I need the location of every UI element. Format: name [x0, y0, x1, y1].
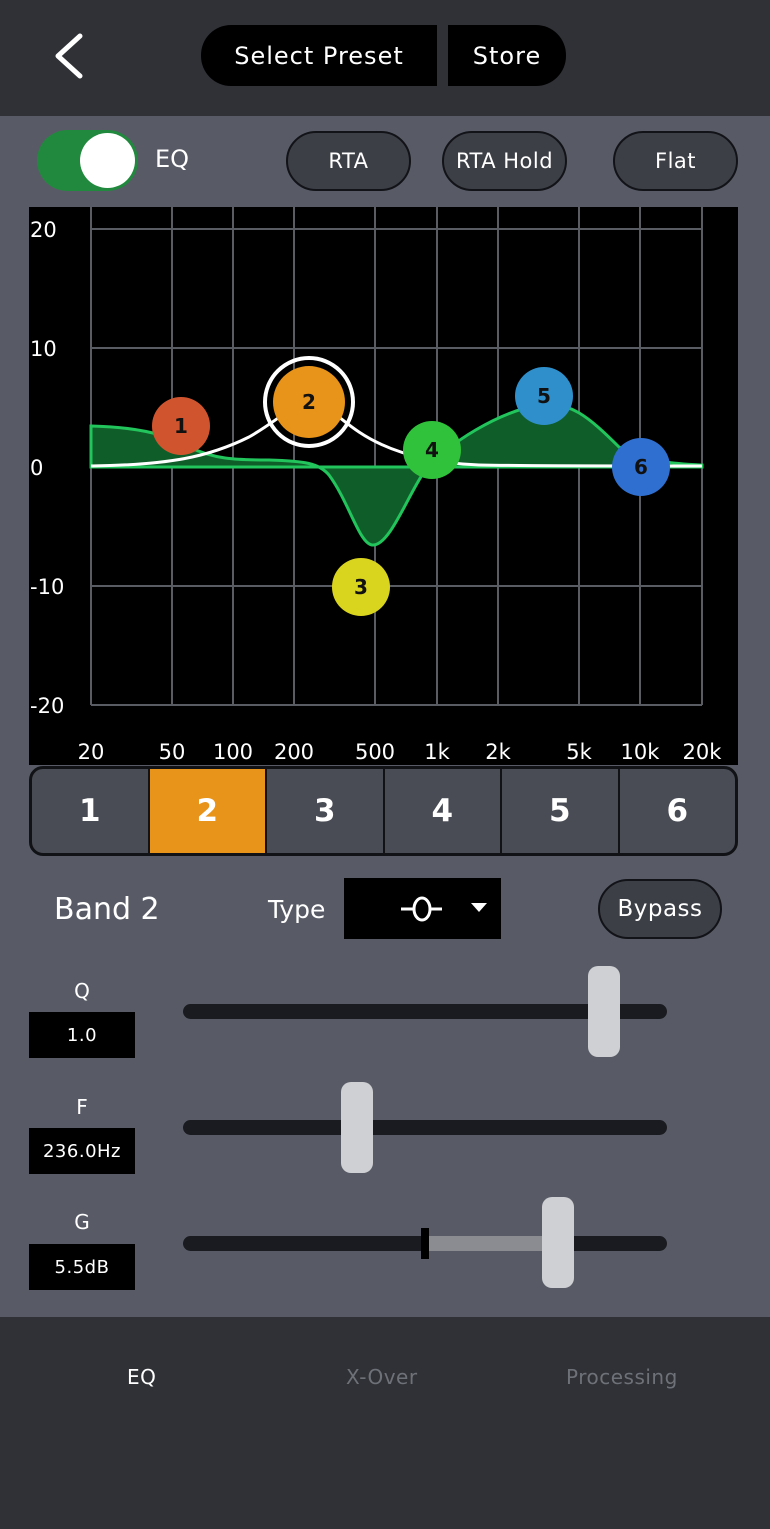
x-tick-label: 200	[274, 740, 314, 764]
band-button-1[interactable]: 1	[32, 769, 150, 853]
tab-eq[interactable]: EQ	[127, 1365, 156, 1389]
band-node-1[interactable]: 1	[152, 397, 210, 455]
rta-button[interactable]: RTA	[286, 131, 411, 191]
x-tick-label: 5k	[566, 740, 592, 764]
top-bar: Select Preset Store	[0, 0, 770, 116]
preset-group: Select Preset Store	[201, 25, 566, 86]
select-preset-button[interactable]: Select Preset	[201, 25, 437, 86]
x-tick-label: 2k	[485, 740, 511, 764]
rta-hold-button[interactable]: RTA Hold	[442, 131, 567, 191]
band-button-4[interactable]: 4	[385, 769, 502, 853]
x-tick-label: 100	[213, 740, 253, 764]
back-button[interactable]	[48, 30, 92, 82]
store-button[interactable]: Store	[448, 25, 566, 86]
y-tick-label: 0	[30, 456, 43, 480]
toggle-knob	[80, 133, 135, 188]
svg-text:3: 3	[354, 575, 368, 599]
svg-text:2: 2	[302, 390, 316, 414]
g-value-field[interactable]: 5.5dB	[29, 1244, 135, 1290]
band-node-6[interactable]: 6	[612, 438, 670, 496]
tab-x-over[interactable]: X-Over	[346, 1365, 418, 1389]
eq-toggle-label: EQ	[155, 145, 190, 173]
caret-down-icon	[471, 903, 487, 912]
band-selector: 1 2 3 4 5 6	[29, 766, 738, 856]
eq-toggle[interactable]	[37, 130, 138, 191]
flat-button[interactable]: Flat	[613, 131, 738, 191]
band-node-2[interactable]: 2	[263, 356, 355, 448]
f-value-field[interactable]: 236.0Hz	[29, 1128, 135, 1174]
band-title: Band 2	[54, 892, 160, 927]
band-button-6[interactable]: 6	[620, 769, 736, 853]
band-node-3[interactable]: 3	[332, 558, 390, 616]
f-label: F	[76, 1095, 88, 1119]
bypass-button[interactable]: Bypass	[598, 879, 722, 939]
svg-text:4: 4	[425, 438, 439, 462]
bottom-tab-bar	[0, 1317, 770, 1529]
svg-text:1: 1	[174, 414, 188, 438]
x-tick-label: 10k	[621, 740, 661, 764]
x-tick-label: 500	[355, 740, 395, 764]
q-slider-thumb[interactable]	[588, 966, 620, 1057]
svg-text:6: 6	[634, 455, 648, 479]
q-label: Q	[74, 979, 90, 1003]
chevron-left-icon	[55, 33, 83, 79]
y-tick-label: 10	[30, 337, 57, 361]
y-tick-label: 20	[30, 218, 57, 242]
x-tick-label: 20k	[683, 740, 723, 764]
tab-processing[interactable]: Processing	[566, 1365, 678, 1389]
band-button-5[interactable]: 5	[502, 769, 620, 853]
g-label: G	[74, 1210, 90, 1234]
y-tick-label: -10	[30, 575, 64, 599]
q-value-field[interactable]: 1.0	[29, 1012, 135, 1058]
filter-type-dropdown[interactable]	[344, 878, 501, 939]
x-tick-label: 20	[78, 740, 105, 764]
g-slider-track[interactable]	[183, 1228, 667, 1259]
band-button-2[interactable]: 2	[149, 769, 267, 853]
x-tick-label: 1k	[424, 740, 450, 764]
band-button-3[interactable]: 3	[267, 769, 385, 853]
band-node-5[interactable]: 5	[515, 367, 573, 425]
f-slider-thumb[interactable]	[341, 1082, 373, 1173]
type-label: Type	[268, 895, 326, 924]
x-tick-label: 50	[159, 740, 186, 764]
g-slider-thumb[interactable]	[542, 1197, 574, 1288]
eq-graph-canvas: 20 10 0 -10 -20 20 50 100 200 500 1k 2k …	[30, 207, 723, 764]
svg-text:5: 5	[537, 384, 551, 408]
f-slider-track[interactable]	[183, 1120, 667, 1135]
g-zero-marker	[421, 1228, 429, 1259]
band-node-4[interactable]: 4	[403, 421, 461, 479]
g-slider-fill	[426, 1236, 556, 1251]
y-tick-label: -20	[30, 694, 64, 718]
eq-graph[interactable]: 20 10 0 -10 -20 20 50 100 200 500 1k 2k …	[29, 207, 738, 765]
